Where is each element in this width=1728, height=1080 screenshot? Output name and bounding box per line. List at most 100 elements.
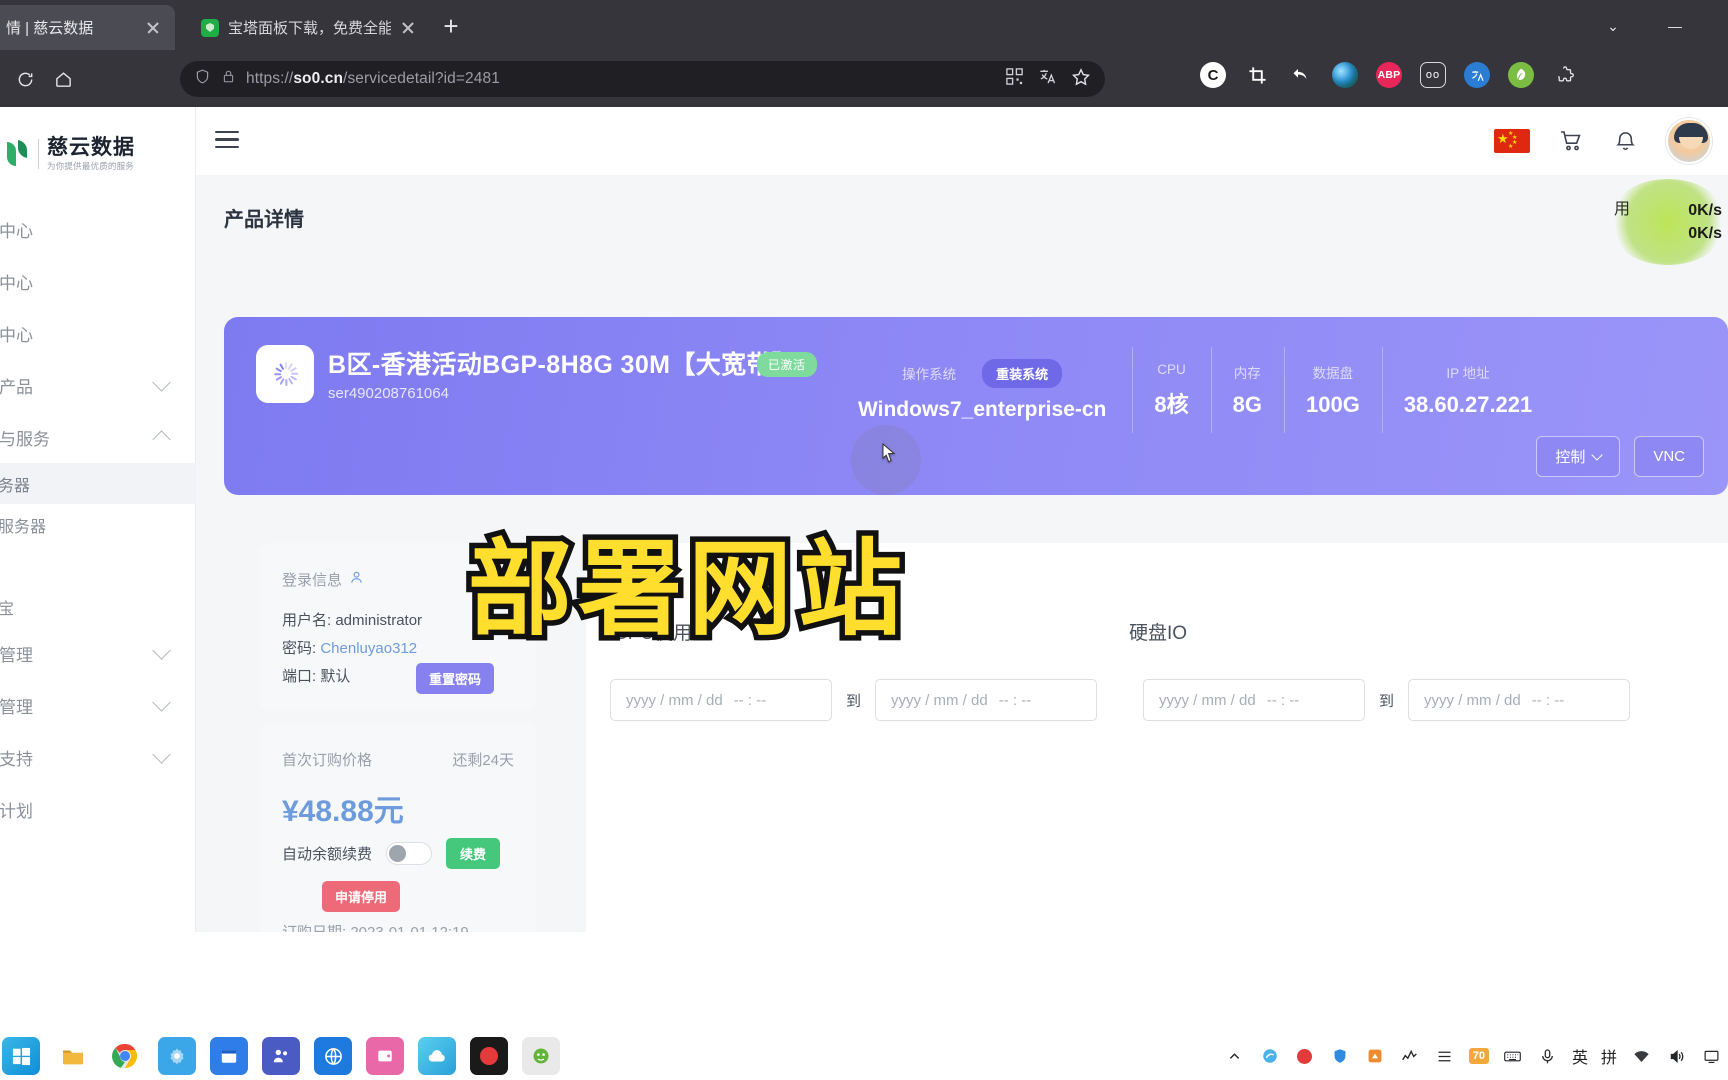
sidebar-item-10[interactable]: 务管理 <box>0 679 196 731</box>
spec-os-label: 操作系统 <box>902 367 957 382</box>
leaf-icon[interactable] <box>1508 62 1534 88</box>
ciyun-logo-icon <box>4 138 30 170</box>
tab-close-icon[interactable] <box>145 20 161 36</box>
request-stop-button[interactable]: 申请停用 <box>322 881 401 912</box>
monkey-green-icon[interactable] <box>522 1037 560 1075</box>
sidebar-item-4[interactable]: 品与服务 <box>0 411 196 463</box>
cpu-date-from-input[interactable]: yyyy / mm / dd -- : -- <box>610 679 832 721</box>
sidebar-item-5[interactable]: 服务器 <box>0 463 196 504</box>
translate-ext-icon[interactable] <box>1464 62 1490 88</box>
minimize-button[interactable]: — <box>1652 10 1698 42</box>
bell-icon[interactable] <box>1612 128 1638 154</box>
user-avatar[interactable] <box>1666 118 1712 164</box>
abp-icon[interactable]: ABP <box>1376 62 1402 88</box>
diskio-date-from-input[interactable]: yyyy / mm / dd -- : -- <box>1143 679 1366 721</box>
record-icon[interactable] <box>1294 1045 1316 1067</box>
idm-icon[interactable] <box>1332 62 1358 88</box>
browser-tab-inactive[interactable]: 宝塔面板下载，免费全能的服务 <box>185 5 430 50</box>
spec-cpu: CPU 8核 <box>1132 335 1210 445</box>
brand-name: 慈云数据 <box>47 136 135 160</box>
spec-disk-label: 数据盘 <box>1312 366 1354 381</box>
china-flag-icon[interactable]: ★ ★ ★ ★ ★ <box>1494 129 1530 153</box>
tray-list-icon[interactable] <box>1434 1045 1456 1067</box>
chart-icon[interactable] <box>1399 1045 1421 1067</box>
network-icon[interactable] <box>1630 1045 1652 1067</box>
auto-renew-toggle[interactable] <box>386 842 433 865</box>
show-desktop-icon[interactable] <box>1700 1045 1722 1067</box>
cart-icon[interactable] <box>1558 128 1584 154</box>
extension-tray: C ABP oo <box>1200 62 1578 88</box>
diskio-date-to-input[interactable]: yyyy / mm / dd -- : -- <box>1408 679 1631 721</box>
new-tab-button[interactable]: + <box>436 12 466 42</box>
reload-icon[interactable] <box>8 62 42 96</box>
spec-cpu-label: CPU <box>1157 361 1186 377</box>
sidebar-item-12[interactable]: 介计划 <box>0 783 196 835</box>
teams-icon[interactable] <box>262 1037 300 1075</box>
sidebar-item-1[interactable]: 刻中心 <box>0 255 196 307</box>
reinstall-system-button[interactable]: 重装系统 <box>982 358 1063 388</box>
order-date-value: 2023-01-01 12:19 <box>350 924 468 932</box>
reset-password-button[interactable]: 重置密码 <box>416 663 495 694</box>
sidebar-item-6[interactable]: 立服务器 <box>0 504 196 545</box>
brand-logo[interactable]: 慈云数据 为你提供最优质的服务 <box>0 123 196 185</box>
sidebar-item-7[interactable]: N <box>0 545 196 586</box>
sidebar-item-label: 机宝 <box>0 600 15 618</box>
start-windows-icon[interactable] <box>2 1037 40 1075</box>
date-placeholder: yyyy / mm / dd <box>626 691 723 709</box>
sidebar-item-11[interactable]: 术支持 <box>0 731 196 783</box>
spec-memory-label: 内存 <box>1233 366 1261 381</box>
vnc-button[interactable]: VNC <box>1634 436 1704 477</box>
orange-icon[interactable] <box>1364 1045 1386 1067</box>
calendar-icon[interactable] <box>210 1037 248 1075</box>
user-icon <box>349 570 364 589</box>
address-bar[interactable]: https://so0.cn/servicedetail?id=2481 <box>180 61 1105 97</box>
sidebar-item-9[interactable]: 户管理 <box>0 627 196 679</box>
speaker-icon[interactable] <box>1665 1045 1687 1067</box>
paint-icon[interactable] <box>1259 1045 1281 1067</box>
oo-icon[interactable]: oo <box>1420 62 1446 88</box>
net-upload-speed: 0K/s <box>1688 201 1722 219</box>
chevron-up-icon[interactable] <box>1224 1045 1246 1067</box>
cpu-date-to-input[interactable]: yyyy / mm / dd -- : -- <box>875 679 1098 721</box>
sidebar-item-0[interactable]: 户中心 <box>0 203 196 255</box>
control-button[interactable]: 控制 <box>1536 436 1621 477</box>
price-label: 首次订购价格 <box>282 752 373 769</box>
qr-code-icon[interactable] <box>1005 67 1024 91</box>
sidebar-item-label: 户中心 <box>0 221 33 241</box>
browser-blue-icon[interactable] <box>314 1037 352 1075</box>
undo-arrow-icon[interactable] <box>1288 62 1314 88</box>
shield-icon[interactable] <box>1329 1045 1351 1067</box>
spec-disk: 数据盘 100G <box>1283 335 1382 445</box>
translate-icon[interactable] <box>1038 67 1057 91</box>
sidebar-item-2[interactable]: 动中心 <box>0 307 196 359</box>
sidebar-item-label: 务管理 <box>0 697 33 717</box>
storage-pink-icon[interactable] <box>366 1037 404 1075</box>
puzzle-icon[interactable] <box>1552 62 1578 88</box>
mic-icon[interactable] <box>1537 1045 1559 1067</box>
record-red-icon[interactable] <box>470 1037 508 1075</box>
ime-language[interactable]: 英 <box>1572 1044 1588 1068</box>
copy-c-icon[interactable]: C <box>1200 62 1226 88</box>
sidebar-item-8[interactable]: 机宝 <box>0 586 196 627</box>
sidebar-item-3[interactable]: 购产品 <box>0 359 196 411</box>
explorer-icon[interactable] <box>54 1037 92 1075</box>
hamburger-icon[interactable] <box>215 131 239 153</box>
chrome-icon[interactable] <box>106 1037 144 1075</box>
tab-close-icon[interactable] <box>400 20 416 36</box>
settings-gear-icon[interactable] <box>158 1037 196 1075</box>
bookmark-star-icon[interactable] <box>1071 67 1091 92</box>
ime-mode[interactable]: 拼 <box>1601 1044 1617 1068</box>
keyboard-icon[interactable] <box>1502 1045 1524 1067</box>
cloud-drive-icon[interactable] <box>418 1037 456 1075</box>
tray-badge-70[interactable]: 70 <box>1468 1048 1489 1064</box>
browser-tab-active[interactable]: 情 | 慈云数据 <box>0 5 175 50</box>
time-placeholder: -- : -- <box>733 691 767 709</box>
browser-navbar: https://so0.cn/servicedetail?id=2481 C A… <box>0 50 1728 107</box>
password-value[interactable]: Chenluyao312 <box>320 640 417 657</box>
home-icon[interactable] <box>46 62 80 96</box>
renew-button[interactable]: 续费 <box>446 838 501 869</box>
time-placeholder: -- : -- <box>1531 691 1565 709</box>
crop-icon[interactable] <box>1244 62 1270 88</box>
tab-list-chevron-icon[interactable]: ⌄ <box>1590 10 1636 42</box>
status-badge: 已激活 <box>757 352 817 377</box>
